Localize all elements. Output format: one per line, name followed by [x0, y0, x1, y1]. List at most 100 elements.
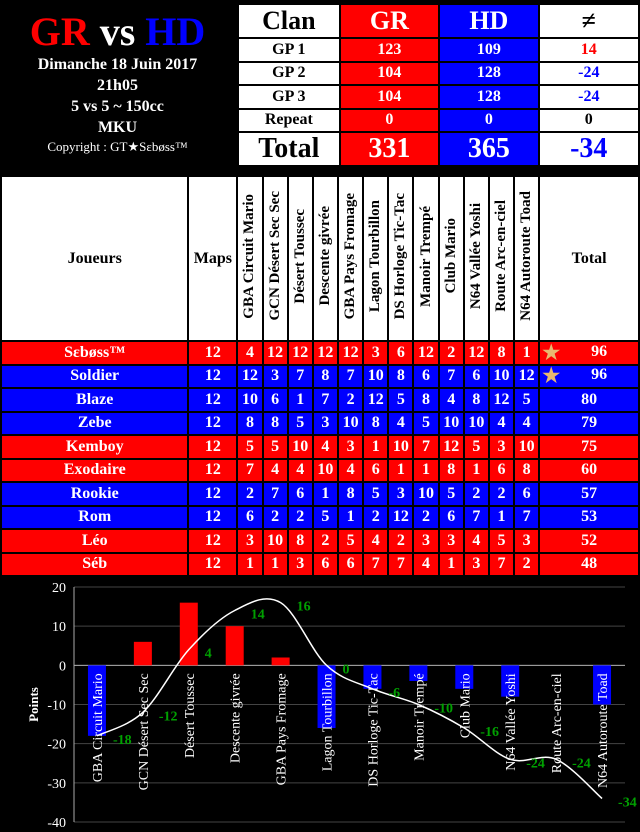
track-score: 12 — [462, 340, 490, 366]
player-maps: 12 — [187, 457, 239, 483]
player-maps: 12 — [187, 481, 239, 507]
game-name: MKU — [97, 119, 138, 136]
x-tick-label: GBA Pays Fromage — [275, 673, 290, 785]
track-name: Club Mario — [442, 218, 459, 294]
hd-score: 128 — [438, 84, 540, 110]
cumulative-label: -18 — [113, 733, 132, 748]
track-score: 6 — [261, 387, 289, 413]
track-score: 3 — [462, 551, 490, 577]
player-row: Léo 12 3 10 8 2 5 4 2 3 3 4 5 3 52 — [0, 528, 640, 554]
track-score: 8 — [362, 410, 390, 436]
track-score: 4 — [311, 434, 340, 460]
row-label: GP 1 — [237, 37, 341, 63]
track-score: 10 — [362, 363, 390, 389]
track-name: DS Horloge Tic-Tac — [392, 192, 409, 320]
player-total: 60 — [581, 461, 598, 479]
player-row: Exodaire 12 7 4 4 10 4 6 1 1 8 1 6 8 60 — [0, 457, 640, 483]
header-track: DS Horloge Tic-Tac — [387, 175, 415, 342]
track-score: 2 — [236, 481, 264, 507]
player-total: 79 — [581, 414, 598, 432]
track-score: 7 — [311, 387, 340, 413]
y-tick-label: 20 — [52, 581, 66, 596]
copyright: Copyright : GT★Sεbøss™ — [47, 139, 188, 154]
cumulative-label: -16 — [480, 725, 499, 740]
track-score: 2 — [437, 340, 465, 366]
header-total: Total — [538, 175, 640, 342]
track-score: 6 — [462, 363, 490, 389]
diff-score: 14 — [537, 37, 640, 63]
track-score: 2 — [362, 504, 390, 530]
cumulative-label: -34 — [618, 796, 637, 811]
score-table: Clan GR HD ≠ GP 1 123 109 14 GP 2 104 128 -24 GP… — [237, 3, 640, 167]
score-row: Total 331 365 -34 — [237, 131, 640, 167]
player-total: 48 — [581, 555, 598, 573]
track-score: 12 — [362, 387, 390, 413]
header-maps: Maps — [187, 175, 239, 342]
player-row: Zebe 12 8 8 5 3 10 8 4 5 10 10 4 4 79 — [0, 410, 640, 436]
track-score: 3 — [311, 410, 340, 436]
track-score: 6 — [437, 504, 465, 530]
player-row: Soldier 12 12 3 7 8 7 10 8 6 7 6 10 12 ★ 96 — [0, 363, 640, 389]
gr-score: 331 — [338, 131, 441, 167]
header-clan: Clan — [237, 3, 341, 39]
cumulative-label: -24 — [526, 756, 545, 771]
x-tick-label: Manoir Trempé — [412, 673, 427, 761]
y-tick-label: 0 — [59, 659, 66, 674]
header-hd: HD — [438, 3, 540, 39]
track-score: 2 — [513, 551, 541, 577]
header-track: GBA Circuit Mario — [236, 175, 264, 342]
track-score: 12 — [387, 504, 415, 530]
track-score: 12 — [487, 387, 516, 413]
row-label: Repeat — [237, 107, 341, 133]
vs-label: vs — [99, 9, 136, 54]
header-players: Joueurs — [0, 175, 190, 342]
track-score: 7 — [437, 363, 465, 389]
header-track: GBA Pays Fromage — [336, 175, 365, 342]
track-name: Descente givrée — [316, 206, 333, 306]
track-score: 3 — [261, 363, 289, 389]
bar — [271, 657, 290, 666]
track-score: 1 — [286, 387, 314, 413]
track-score: 7 — [261, 481, 289, 507]
track-name: N64 Vallée Yoshi — [467, 202, 484, 310]
hd-score: 128 — [438, 60, 540, 86]
track-score: 8 — [336, 481, 365, 507]
track-score: 12 — [261, 340, 289, 366]
track-score: 6 — [236, 504, 264, 530]
player-maps: 12 — [187, 504, 239, 530]
match-format: 5 vs 5 ~ 150cc — [71, 98, 164, 115]
player-total: 75 — [581, 437, 598, 455]
player-total: 80 — [581, 390, 598, 408]
hd-score: 365 — [438, 131, 540, 167]
player-total: 96 — [591, 342, 608, 360]
match-title: GR vs HD — [0, 10, 235, 54]
track-score: 4 — [336, 457, 365, 483]
player-maps: 12 — [187, 528, 239, 554]
track-score: 6 — [362, 457, 390, 483]
score-row: GP 3 104 128 -24 — [237, 84, 640, 110]
bar — [225, 626, 244, 666]
track-score: 5 — [362, 481, 390, 507]
track-score: 2 — [336, 387, 365, 413]
bar — [133, 641, 152, 666]
track-score: 2 — [412, 504, 440, 530]
track-score: 6 — [286, 481, 314, 507]
track-score: 1 — [412, 457, 440, 483]
player-row: Blaze 12 10 6 1 7 2 12 5 8 4 8 12 5 80 — [0, 387, 640, 413]
track-score: 12 — [311, 340, 340, 366]
track-score: 2 — [487, 481, 516, 507]
player-total: 52 — [581, 531, 598, 549]
match-time: 21h05 — [97, 77, 138, 94]
track-score: 3 — [513, 528, 541, 554]
y-tick-label: 10 — [52, 620, 66, 635]
player-name: Léo — [0, 528, 190, 554]
track-score: 10 — [387, 434, 415, 460]
player-maps: 12 — [187, 363, 239, 389]
track-score: 1 — [513, 340, 541, 366]
player-total-cell: ★ 96 — [538, 363, 640, 389]
player-total-cell: 52 — [538, 528, 640, 554]
track-score: 1 — [437, 551, 465, 577]
header-track: N64 Autoroute Toad — [513, 175, 541, 342]
track-score: 4 — [412, 551, 440, 577]
player-maps: 12 — [187, 340, 239, 366]
